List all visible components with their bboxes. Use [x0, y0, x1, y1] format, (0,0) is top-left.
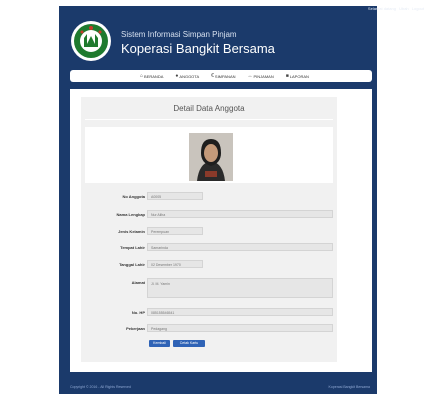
welcome-link[interactable]: Selamat datang: [368, 6, 396, 11]
field-no-anggota: A0005: [147, 192, 203, 200]
label-pekerjaan: Pekerjaan: [126, 326, 145, 331]
label-nama-lengkap: Nama Lengkap: [116, 212, 145, 217]
divider: [85, 119, 333, 120]
nav-label: LAPORAN: [289, 73, 309, 79]
logout-link[interactable]: Logout: [412, 6, 424, 11]
field-pekerjaan: Pedagang: [147, 324, 333, 332]
field-alamat: Jl. M. Yamin: [147, 278, 333, 298]
field-tanggal-lahir: 02 Desember 1970: [147, 260, 203, 268]
nav-label: BERANDA: [144, 73, 164, 79]
footer-brand: Koperasi Bangkit Bersama: [328, 385, 370, 389]
nav-item-pinjaman[interactable]: ↔ PINJAMAN: [248, 73, 274, 79]
label-tanggal-lahir: Tanggal Lahir: [119, 262, 145, 267]
back-button[interactable]: Kembali: [149, 340, 170, 347]
field-no-hp: 085155546541: [147, 308, 333, 316]
nav-label: PINJAMAN: [253, 73, 274, 79]
nav-item-anggota[interactable]: ● ANGGOTA: [175, 73, 199, 79]
label-no-hp: No. HP: [131, 310, 145, 315]
detail-title: Detail Data Anggota: [173, 104, 245, 113]
brand-title: Koperasi Bangkit Bersama: [121, 41, 275, 56]
main-content: Detail Data Anggota No Anggota A0005 Nam…: [70, 89, 372, 372]
pinjaman-icon: ↔: [247, 73, 253, 79]
main-navbar: ⌂ BERANDA ● ANGGOTA € SIMPANAN ↔ PINJAMAN ■ L…: [70, 70, 372, 82]
photo-panel: [85, 127, 333, 183]
brand-subtitle: Sistem Informasi Simpan Pinjam: [121, 30, 237, 39]
user-icon: ●: [175, 73, 179, 79]
nav-item-laporan[interactable]: ■ LAPORAN: [286, 73, 309, 79]
top-user-links: Selamat datang Ubah Logout: [366, 6, 424, 11]
report-icon: ■: [285, 73, 289, 79]
print-card-button[interactable]: Cetak Kartu: [173, 340, 205, 347]
euro-icon: €: [211, 73, 214, 79]
footer-copyright: Copyright © 2016 - All Rights Reserved: [70, 385, 131, 389]
detail-card: Detail Data Anggota No Anggota A0005 Nam…: [81, 97, 337, 362]
home-icon: ⌂: [140, 73, 144, 79]
nav-item-simpanan[interactable]: € SIMPANAN: [211, 73, 235, 79]
field-nama-lengkap: Nur Aliha: [147, 210, 333, 218]
cooperative-logo-icon: [71, 21, 111, 61]
ubah-link[interactable]: Ubah: [399, 6, 409, 11]
label-tempat-lahir: Tempat Lahir: [120, 245, 145, 250]
member-photo: [189, 133, 233, 181]
label-jenis-kelamin: Jenis Kelamin: [118, 229, 145, 234]
nav-label: SIMPANAN: [214, 73, 236, 79]
field-jenis-kelamin: Perempuan: [147, 227, 203, 235]
label-alamat: Alamat: [131, 280, 145, 285]
nav-item-beranda[interactable]: ⌂ BERANDA: [140, 73, 163, 79]
field-tempat-lahir: Samarinda: [147, 243, 333, 251]
nav-label: ANGGOTA: [179, 73, 200, 79]
label-no-anggota: No Anggota: [122, 194, 145, 199]
